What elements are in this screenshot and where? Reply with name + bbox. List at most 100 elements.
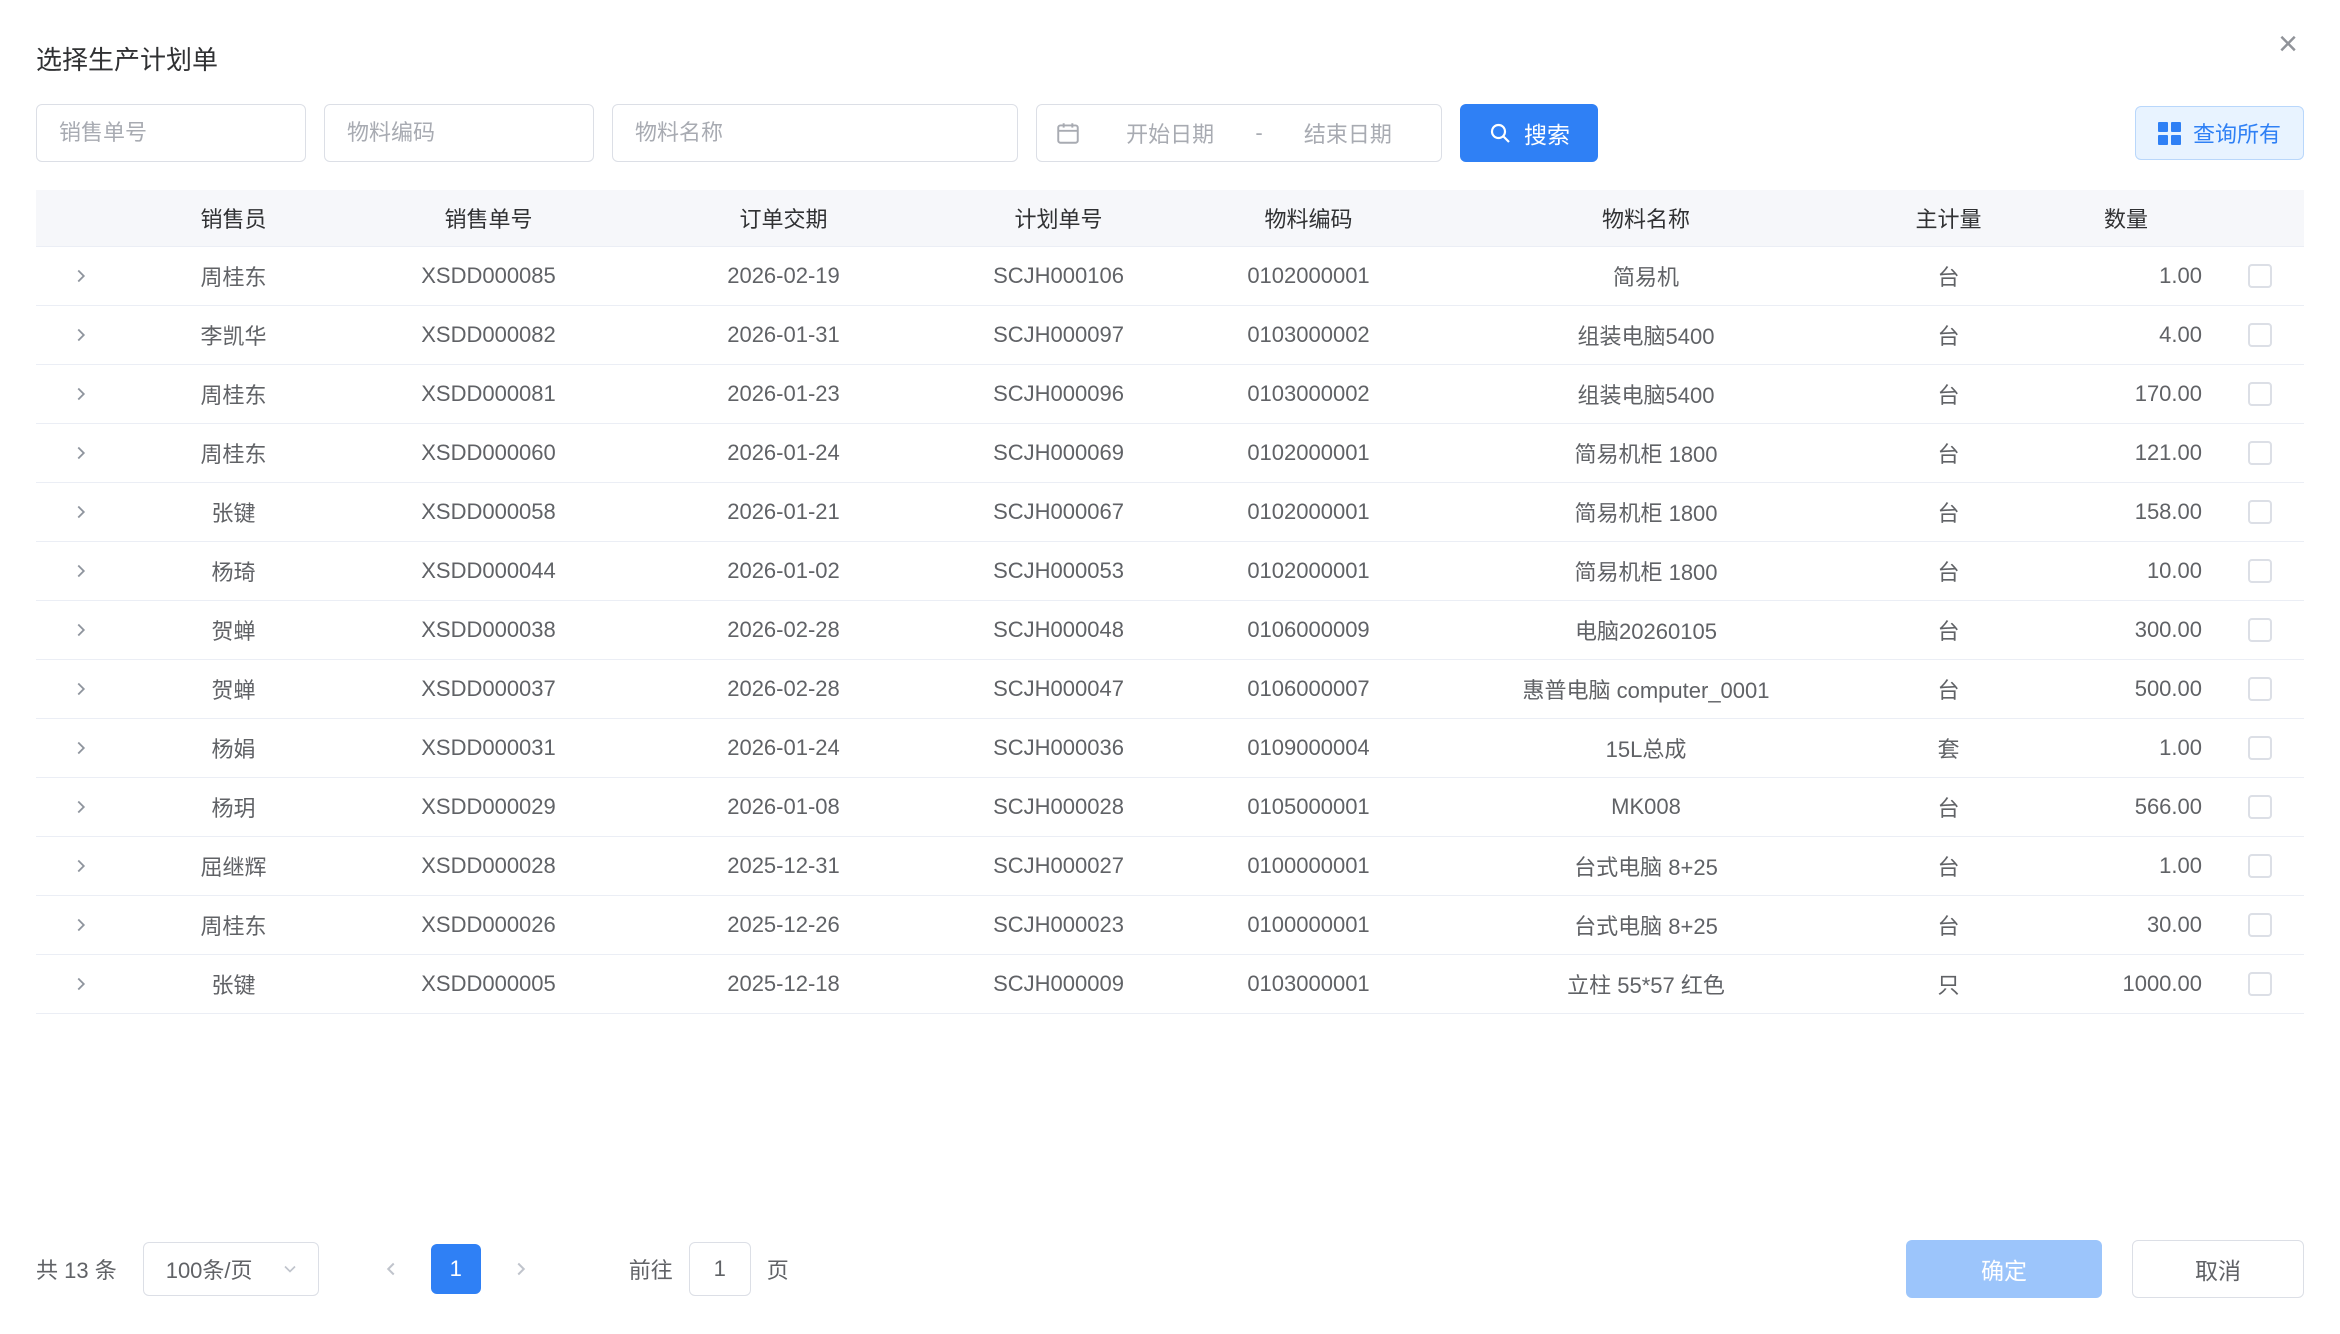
table-row[interactable]: 杨琦 XSDD000044 2026-01-02 SCJH000053 0102… (36, 542, 2304, 601)
query-all-button[interactable]: 查询所有 (2135, 106, 2304, 160)
cell-sales-order: XSDD000005 (341, 971, 636, 997)
next-page-button[interactable] (497, 1245, 545, 1293)
expand-row-button[interactable] (63, 553, 99, 589)
table-row[interactable]: 屈继辉 XSDD000028 2025-12-31 SCJH000027 010… (36, 837, 2304, 896)
cell-sales-order: XSDD000029 (341, 794, 636, 820)
date-start-placeholder[interactable]: 开始日期 (1095, 117, 1245, 149)
expand-row-button[interactable] (63, 848, 99, 884)
cell-salesperson: 李凯华 (126, 319, 341, 351)
row-checkbox[interactable] (2248, 323, 2272, 347)
cell-unit: 台 (1861, 260, 2036, 292)
row-checkbox[interactable] (2248, 264, 2272, 288)
cell-material-name: 组装电脑5400 (1431, 378, 1861, 410)
confirm-button[interactable]: 确定 (1906, 1240, 2102, 1298)
column-header-material-name: 物料名称 (1431, 202, 1861, 234)
expand-row-button[interactable] (63, 435, 99, 471)
column-header-qty: 数量 (2036, 202, 2216, 234)
cell-delivery-date: 2026-02-19 (636, 263, 931, 289)
expand-row-button[interactable] (63, 789, 99, 825)
row-checkbox[interactable] (2248, 913, 2272, 937)
material-code-input[interactable] (324, 104, 594, 162)
cell-delivery-date: 2025-12-31 (636, 853, 931, 879)
material-name-input[interactable] (612, 104, 1018, 162)
cell-plan-no: SCJH000069 (931, 440, 1186, 466)
cell-unit: 台 (1861, 673, 2036, 705)
expand-row-button[interactable] (63, 907, 99, 943)
cell-qty: 170.00 (2036, 381, 2216, 407)
cell-material-name: 组装电脑5400 (1431, 319, 1861, 351)
cell-qty: 4.00 (2036, 322, 2216, 348)
goto-suffix: 页 (767, 1253, 789, 1285)
cell-sales-order: XSDD000081 (341, 381, 636, 407)
search-button[interactable]: 搜索 (1460, 104, 1598, 162)
date-range-picker[interactable]: 开始日期 - 结束日期 (1036, 104, 1442, 162)
expand-row-button[interactable] (63, 494, 99, 530)
cell-material-code: 0100000001 (1186, 853, 1431, 879)
cell-plan-no: SCJH000067 (931, 499, 1186, 525)
cancel-button[interactable]: 取消 (2132, 1240, 2304, 1298)
cell-salesperson: 张键 (126, 968, 341, 1000)
cell-material-code: 0106000009 (1186, 617, 1431, 643)
sales-order-input[interactable] (36, 104, 306, 162)
row-checkbox[interactable] (2248, 972, 2272, 996)
row-checkbox[interactable] (2248, 677, 2272, 701)
page-size-select[interactable]: 100条/页 (143, 1242, 319, 1296)
cell-unit: 台 (1861, 437, 2036, 469)
table-row[interactable]: 贺蝉 XSDD000037 2026-02-28 SCJH000047 0106… (36, 660, 2304, 719)
prev-page-button[interactable] (367, 1245, 415, 1293)
cell-plan-no: SCJH000096 (931, 381, 1186, 407)
table-row[interactable]: 张键 XSDD000058 2026-01-21 SCJH000067 0102… (36, 483, 2304, 542)
cell-sales-order: XSDD000028 (341, 853, 636, 879)
table-row[interactable]: 周桂东 XSDD000081 2026-01-23 SCJH000096 010… (36, 365, 2304, 424)
cell-sales-order: XSDD000060 (341, 440, 636, 466)
cell-material-code: 0102000001 (1186, 499, 1431, 525)
table-row[interactable]: 周桂东 XSDD000026 2025-12-26 SCJH000023 010… (36, 896, 2304, 955)
expand-row-button[interactable] (63, 730, 99, 766)
date-end-placeholder[interactable]: 结束日期 (1273, 117, 1423, 149)
goto-page-input[interactable] (689, 1242, 751, 1296)
filter-bar: 开始日期 - 结束日期 搜索 查询所有 (36, 104, 2304, 162)
row-checkbox[interactable] (2248, 795, 2272, 819)
table-row[interactable]: 周桂东 XSDD000060 2026-01-24 SCJH000069 010… (36, 424, 2304, 483)
table-row[interactable]: 张键 XSDD000005 2025-12-18 SCJH000009 0103… (36, 955, 2304, 1014)
cell-sales-order: XSDD000026 (341, 912, 636, 938)
expand-row-button[interactable] (63, 317, 99, 353)
expand-row-button[interactable] (63, 258, 99, 294)
cell-delivery-date: 2026-02-28 (636, 676, 931, 702)
table-row[interactable]: 周桂东 XSDD000085 2026-02-19 SCJH000106 010… (36, 247, 2304, 306)
cell-material-name: 简易机 (1431, 260, 1861, 292)
page-number-button[interactable]: 1 (431, 1244, 481, 1294)
cell-delivery-date: 2026-01-02 (636, 558, 931, 584)
grid-icon (2158, 122, 2181, 145)
cell-unit: 台 (1861, 850, 2036, 882)
row-checkbox[interactable] (2248, 559, 2272, 583)
expand-row-button[interactable] (63, 376, 99, 412)
close-icon[interactable]: × (2266, 22, 2310, 66)
table-header: 销售员 销售单号 订单交期 计划单号 物料编码 物料名称 主计量 数量 (36, 190, 2304, 247)
cell-salesperson: 周桂东 (126, 437, 341, 469)
expand-row-button[interactable] (63, 671, 99, 707)
row-checkbox[interactable] (2248, 441, 2272, 465)
cell-unit: 套 (1861, 732, 2036, 764)
row-checkbox[interactable] (2248, 618, 2272, 642)
row-checkbox[interactable] (2248, 382, 2272, 406)
expand-row-button[interactable] (63, 612, 99, 648)
cell-qty: 1.00 (2036, 735, 2216, 761)
search-icon (1488, 121, 1512, 145)
production-plan-table: 销售员 销售单号 订单交期 计划单号 物料编码 物料名称 主计量 数量 周桂东 … (36, 190, 2304, 1014)
calendar-icon (1055, 120, 1081, 146)
table-row[interactable]: 杨娟 XSDD000031 2026-01-24 SCJH000036 0109… (36, 719, 2304, 778)
cell-sales-order: XSDD000058 (341, 499, 636, 525)
expand-row-button[interactable] (63, 966, 99, 1002)
cell-qty: 158.00 (2036, 499, 2216, 525)
table-row[interactable]: 贺蝉 XSDD000038 2026-02-28 SCJH000048 0106… (36, 601, 2304, 660)
cell-delivery-date: 2026-01-31 (636, 322, 931, 348)
table-row[interactable]: 杨玥 XSDD000029 2026-01-08 SCJH000028 0105… (36, 778, 2304, 837)
cell-delivery-date: 2026-01-21 (636, 499, 931, 525)
row-checkbox[interactable] (2248, 854, 2272, 878)
table-row[interactable]: 李凯华 XSDD000082 2026-01-31 SCJH000097 010… (36, 306, 2304, 365)
row-checkbox[interactable] (2248, 500, 2272, 524)
cell-unit: 台 (1861, 555, 2036, 587)
row-checkbox[interactable] (2248, 736, 2272, 760)
cell-sales-order: XSDD000082 (341, 322, 636, 348)
